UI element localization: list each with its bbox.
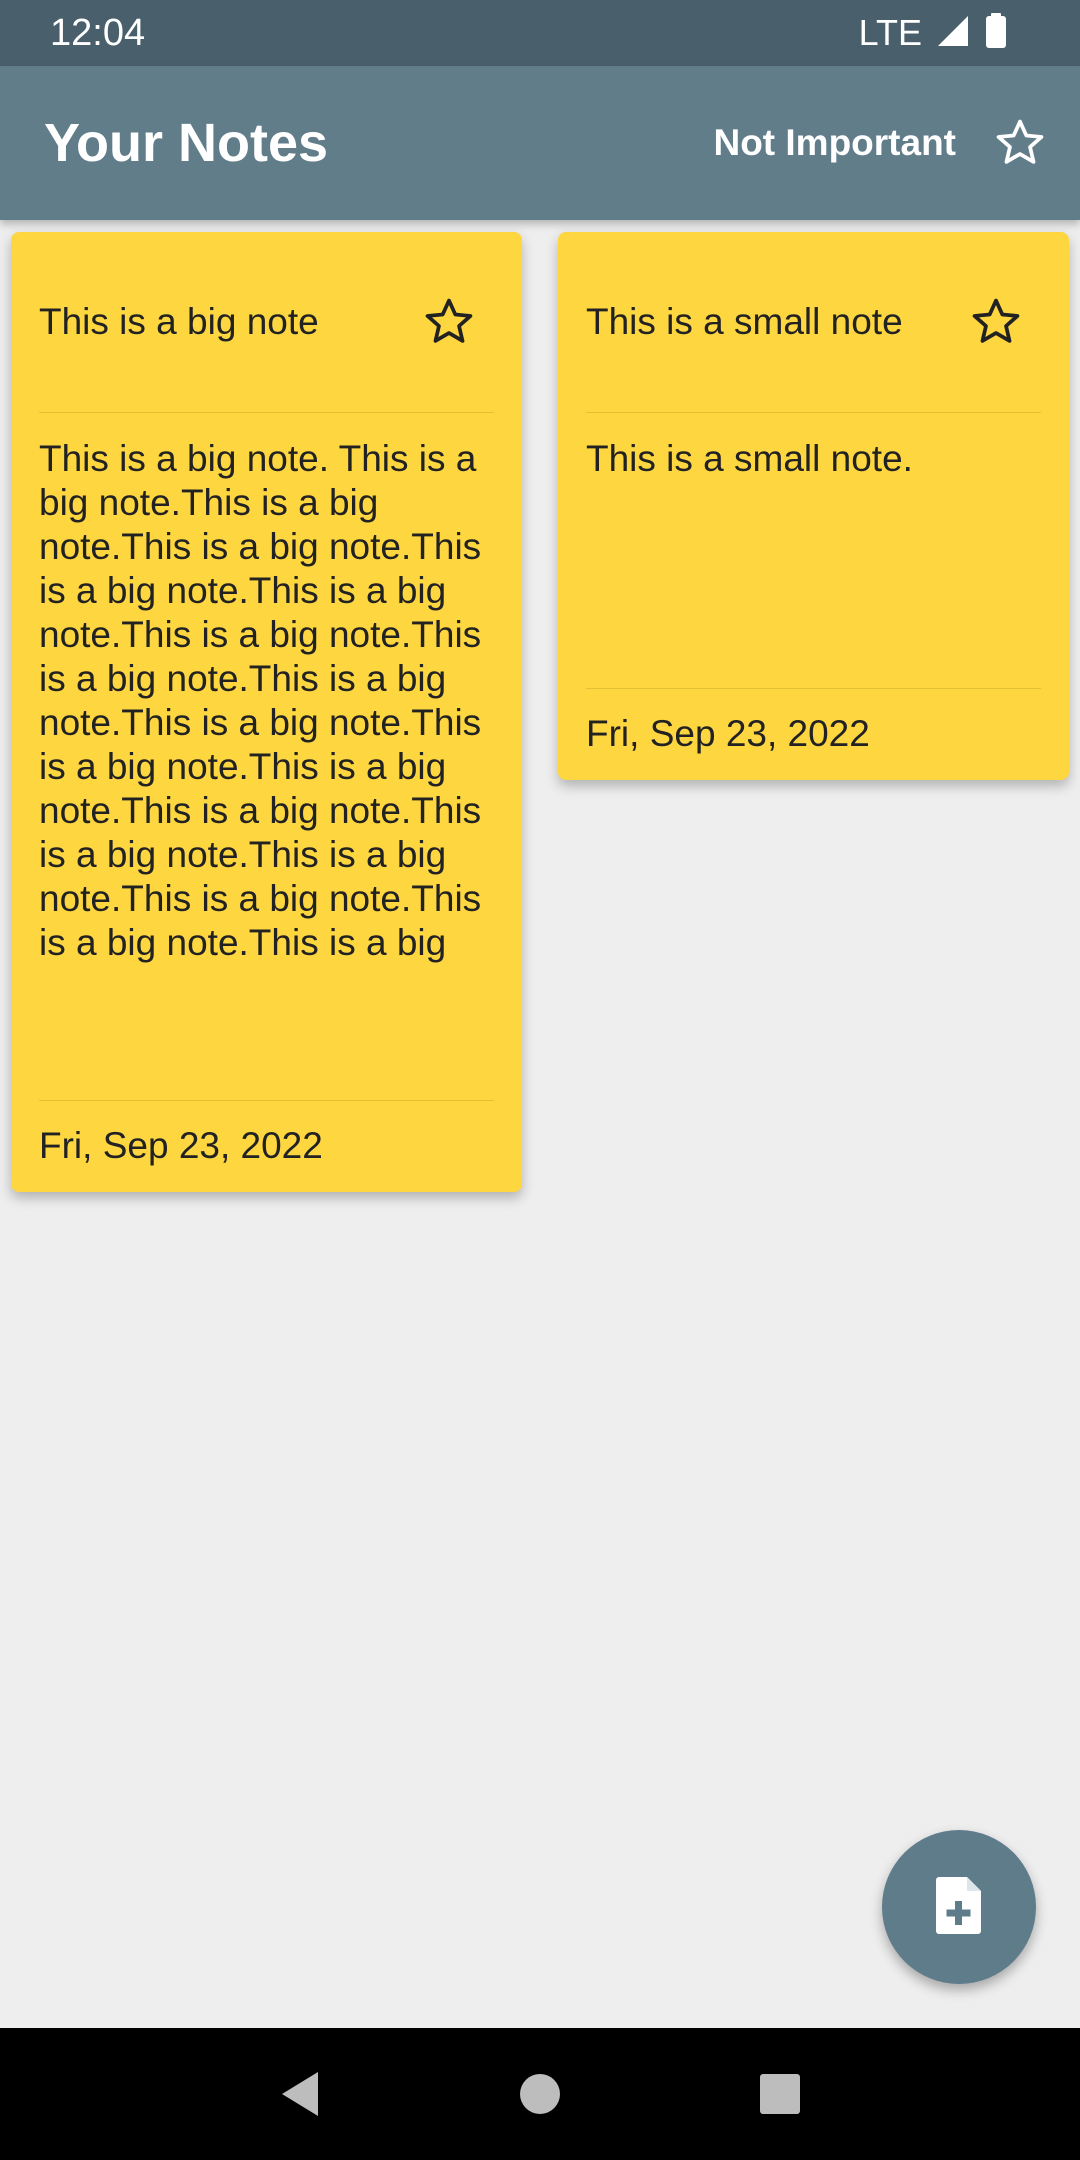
note-title: This is a big note	[39, 301, 319, 342]
add-note-button[interactable]	[882, 1830, 1036, 1984]
battery-icon	[984, 12, 1008, 54]
status-icons: LTE	[859, 12, 1008, 54]
note-body: This is a small note.	[586, 413, 1041, 689]
signal-icon	[936, 14, 970, 53]
star-outline-icon[interactable]	[984, 107, 1056, 179]
status-bar: 12:04 LTE	[0, 0, 1080, 66]
app-actions: Not Important	[713, 107, 1056, 179]
star-outline-icon[interactable]	[961, 287, 1031, 357]
star-outline-icon[interactable]	[414, 287, 484, 357]
back-icon[interactable]	[260, 2054, 340, 2134]
nav-bar	[0, 2028, 1080, 2160]
status-time: 12:04	[50, 11, 146, 54]
page-title: Your Notes	[44, 113, 329, 173]
network-type: LTE	[858, 12, 922, 53]
note-card[interactable]: This is a big note This is a big note. T…	[11, 232, 522, 1192]
app-bar: Your Notes Not Important	[0, 66, 1080, 220]
note-card[interactable]: This is a small note This is a small not…	[558, 232, 1069, 780]
note-date: Fri, Sep 23, 2022	[586, 713, 870, 754]
note-header: This is a small note	[586, 232, 1041, 413]
home-icon[interactable]	[500, 2054, 580, 2134]
filter-label[interactable]: Not Important	[713, 122, 956, 164]
recents-icon[interactable]	[740, 2054, 820, 2134]
note-title: This is a small note	[586, 301, 903, 342]
note-date: Fri, Sep 23, 2022	[39, 1125, 323, 1166]
note-header: This is a big note	[39, 232, 494, 413]
note-body: This is a big note. This is a big note.T…	[39, 413, 494, 1101]
add-note-icon	[933, 1875, 985, 1940]
